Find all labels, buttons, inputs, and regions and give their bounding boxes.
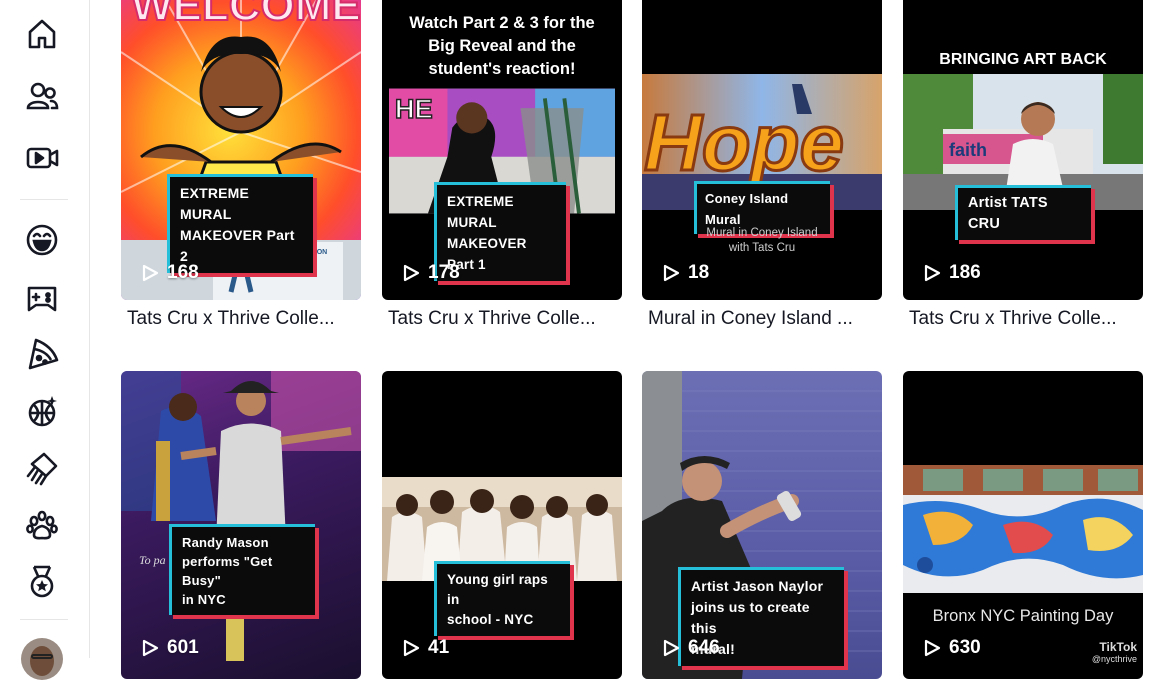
overlay-line: MAKEOVER Part 1 (447, 236, 527, 272)
home-icon[interactable] (20, 12, 64, 56)
play-icon (142, 264, 159, 282)
overlay-line: EXTREME MURAL (180, 185, 250, 222)
play-icon (403, 264, 420, 282)
background-text: To pa (139, 553, 166, 567)
view-count-value: 178 (428, 262, 460, 283)
play-icon (403, 639, 420, 657)
play-icon (142, 639, 159, 657)
view-count-value: 186 (949, 262, 981, 283)
video-overlay-text: Bronx NYC Painting Day (932, 607, 1114, 625)
video-thumbnail[interactable]: Young girl raps in school - NYC 41 (382, 371, 622, 679)
mural-text: HE (395, 93, 433, 124)
sidebar-divider (20, 619, 68, 620)
overlay-line: Artist TATS CRU (968, 195, 1048, 232)
video-card[interactable]: Hope Coney Island Mural Mural in Coney I… (642, 0, 882, 340)
live-icon[interactable] (20, 136, 64, 180)
sidebar-divider (20, 199, 68, 200)
watermark-logo: TikTok (1099, 640, 1137, 654)
beauty-icon[interactable] (20, 446, 64, 490)
top-caption-line: student's reaction! (428, 60, 576, 78)
view-count: 168 (141, 262, 199, 284)
view-count: 18 (662, 262, 709, 284)
comedy-icon[interactable] (20, 218, 64, 262)
mural-welcome-text: WELCOME (131, 0, 361, 30)
play-icon (924, 264, 941, 282)
video-frame (903, 465, 1143, 593)
play-icon (924, 639, 941, 657)
view-count-value: 18 (688, 262, 710, 283)
video-thumbnail[interactable]: Watch Part 2 & 3 for the Big Reveal and … (382, 0, 622, 300)
tiktok-watermark: TikTok @nycthrive (1091, 640, 1137, 665)
video-caption[interactable]: Tats Cru x Thrive Colle... (388, 308, 620, 330)
svg-text:faith: faith (949, 140, 987, 160)
view-count: 630 (923, 637, 981, 659)
video-card[interactable]: BRINGING ART BACK faith Artist TATS CRU … (903, 0, 1143, 340)
video-caption[interactable]: Mural in Coney Island ... (648, 308, 880, 330)
play-icon (663, 639, 680, 657)
video-overlay-label: Young girl raps in school - NYC (434, 561, 570, 636)
video-thumbnail[interactable]: WELCOME ADULT EDUCATION WELCOME! EXTREME… (121, 0, 361, 300)
animals-icon[interactable] (20, 503, 64, 547)
video-card[interactable]: Young girl raps in school - NYC 41 (382, 371, 622, 679)
top-caption-line: Big Reveal and the (428, 37, 576, 55)
overlay-line: EXTREME MURAL (447, 194, 514, 230)
view-count-value: 41 (428, 637, 450, 658)
video-thumbnail[interactable]: BRINGING ART BACK faith Artist TATS CRU … (903, 0, 1143, 300)
watermark-handle: @nycthrive (1091, 654, 1137, 664)
overlay-line: Artist Jason Naylor (691, 578, 824, 594)
avatar[interactable] (21, 638, 63, 680)
overlay-line: Randy Mason (182, 535, 269, 550)
sidebar (0, 0, 90, 680)
overlay-line: joins us to create this (691, 599, 810, 636)
video-card[interactable]: Watch Part 2 & 3 for the Big Reveal and … (382, 0, 622, 340)
video-thumbnail[interactable]: Hope Coney Island Mural Mural in Coney I… (642, 0, 882, 300)
video-grid: WELCOME ADULT EDUCATION WELCOME! EXTREME… (121, 0, 1143, 679)
overlay-line: school - NYC (447, 612, 534, 627)
overlay-line: in NYC (182, 592, 226, 607)
view-count: 186 (923, 262, 981, 284)
overlay-line: performs "Get Busy" (182, 554, 273, 588)
view-count: 178 (402, 262, 460, 284)
view-count: 601 (141, 637, 199, 659)
video-card[interactable]: Bronx NYC Painting Day TikTok @nycthrive… (903, 371, 1143, 679)
video-top-caption: Watch Part 2 & 3 for the Big Reveal and … (382, 0, 622, 81)
top-caption-line: Watch Part 2 & 3 for the (409, 14, 595, 32)
video-caption[interactable]: Tats Cru x Thrive Colle... (909, 308, 1141, 330)
food-icon[interactable] (20, 332, 64, 376)
view-count-value: 646 (688, 637, 720, 658)
view-count-value: 601 (167, 637, 199, 658)
overlay-line: Young girl raps in (447, 572, 549, 607)
video-card[interactable]: Artist Jason Naylor joins us to create t… (642, 371, 882, 679)
overlay-line: MAKEOVER Part 2 (180, 227, 295, 264)
video-overlay-label: EXTREME MURAL MAKEOVER Part 2 (167, 174, 313, 273)
video-thumbnail[interactable]: Artist Jason Naylor joins us to create t… (642, 371, 882, 679)
gaming-icon[interactable] (20, 275, 64, 319)
video-caption[interactable]: Tats Cru x Thrive Colle... (127, 308, 359, 330)
subcaption-line: Mural in Coney Island (706, 227, 818, 239)
video-card[interactable]: To pa Randy Mason performs "Get Busy" in… (121, 371, 361, 679)
video-subcaption: Mural in Coney Island with Tats Cru (642, 226, 882, 256)
video-top-caption: BRINGING ART BACK (939, 51, 1107, 68)
view-count-value: 630 (949, 637, 981, 658)
mural-text: Hope (644, 98, 844, 187)
sports-icon[interactable] (20, 560, 64, 604)
view-count: 41 (402, 637, 449, 659)
dance-icon[interactable] (20, 389, 64, 433)
video-overlay-label: Artist TATS CRU (955, 185, 1091, 240)
view-count: 646 (662, 637, 720, 659)
view-count-value: 168 (167, 262, 199, 283)
video-thumbnail[interactable]: Bronx NYC Painting Day TikTok @nycthrive… (903, 371, 1143, 679)
following-icon[interactable] (20, 74, 64, 118)
video-thumbnail[interactable]: To pa Randy Mason performs "Get Busy" in… (121, 371, 361, 679)
video-overlay-label: Randy Mason performs "Get Busy" in NYC (169, 524, 315, 615)
video-card[interactable]: WELCOME ADULT EDUCATION WELCOME! EXTREME… (121, 0, 361, 340)
play-icon (663, 264, 680, 282)
overlay-line: Coney Island Mural (705, 191, 789, 227)
subcaption-line: with Tats Cru (728, 242, 796, 254)
